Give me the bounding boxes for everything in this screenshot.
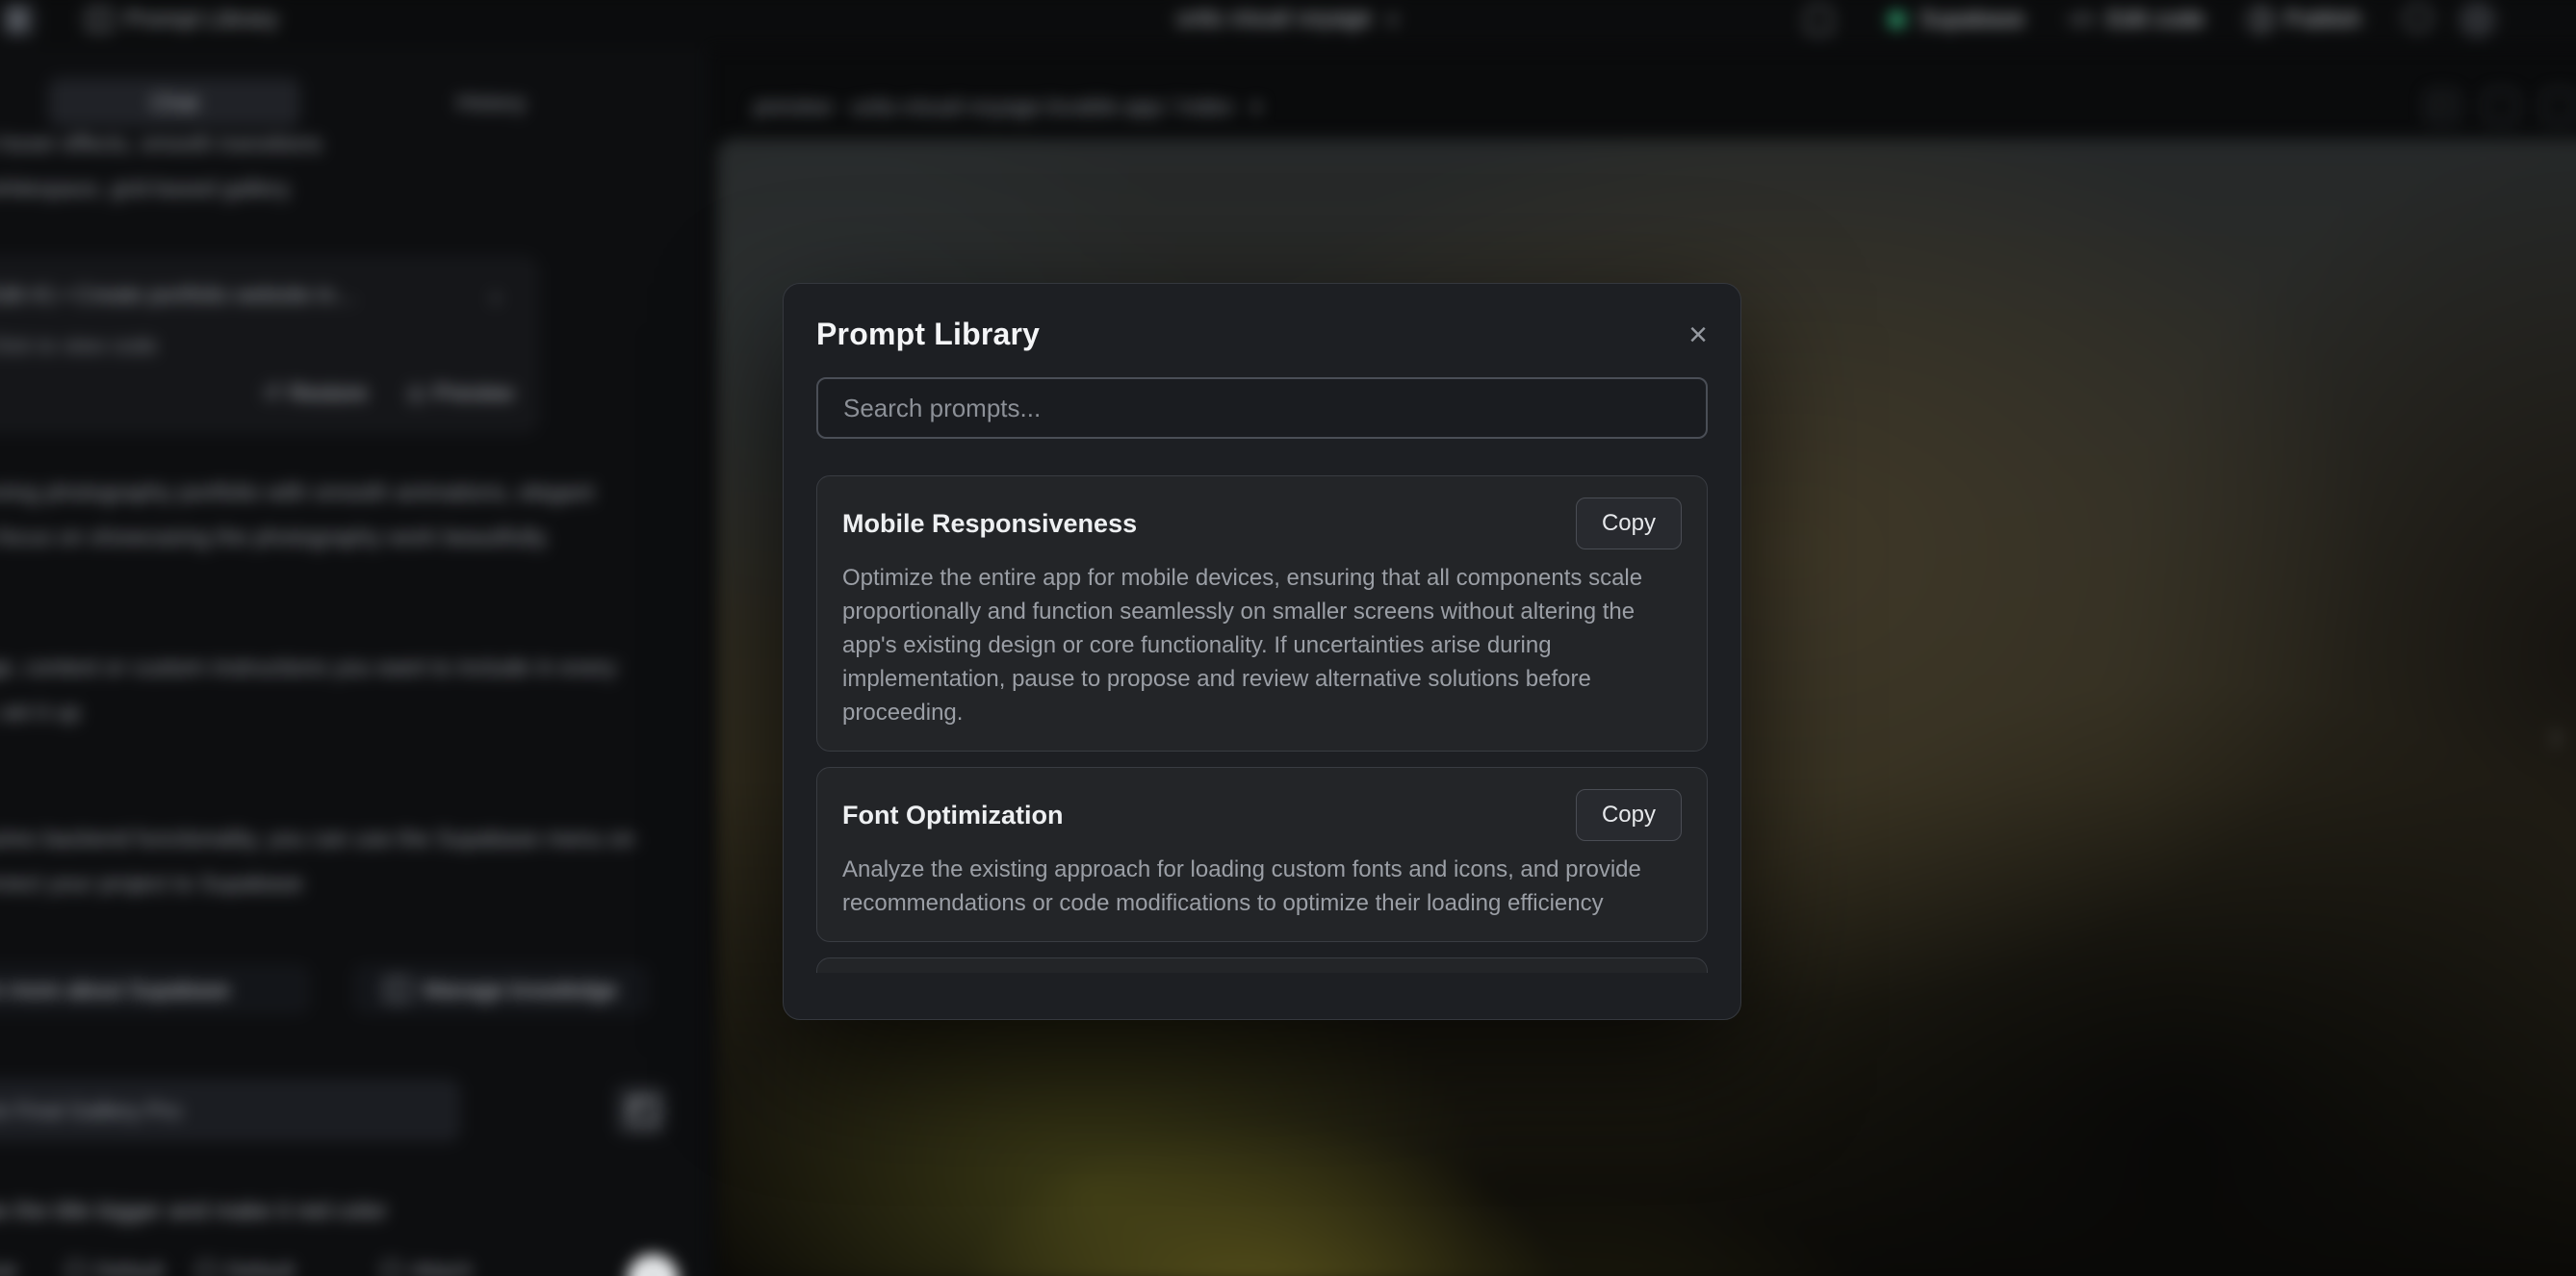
image-icon	[629, 1098, 657, 1125]
copy-button[interactable]: Copy	[1576, 789, 1682, 841]
restore-button[interactable]: ↺Restore	[263, 380, 368, 406]
prompt-library-dialog: Prompt Library × Mobile Responsiveness C…	[783, 283, 1741, 1020]
pencil-icon	[197, 1262, 217, 1276]
attachment-chip[interactable]: ck Final Gallery Pro	[0, 1079, 460, 1141]
top-bar: Prompt Library urdu visual voyage ∨ Supa…	[0, 0, 2576, 47]
edit-card-title: Edit #1 • Create portfolio website in…	[0, 282, 357, 312]
attachment-chip-label: ck Final Gallery Pro	[0, 1097, 181, 1123]
search-input[interactable]	[816, 377, 1708, 439]
app-logo[interactable]	[0, 0, 38, 38]
panel-expand-chevron-icon[interactable]: ›	[2549, 711, 2563, 760]
refresh-icon[interactable]: ⟳	[2426, 89, 2459, 122]
chevron-down-icon: ∨	[1385, 7, 1400, 31]
invite-icon[interactable]	[2404, 4, 2431, 31]
edit-code-button[interactable]: Edit code	[2107, 6, 2204, 33]
user-message: Can you make the title bigger and make i…	[0, 1198, 832, 1225]
arrow-up-icon: ↑	[646, 1264, 659, 1276]
top-bar-actions: Supabase </> Edit code Publish	[1806, 0, 2576, 47]
composer-toolbar: Chat Default Default Attach ↑	[0, 1255, 706, 1276]
dialog-title: Prompt Library	[816, 317, 1040, 352]
edit-card-subtitle: Click to view code	[0, 333, 513, 358]
chevron-down-icon: ∨	[1249, 94, 1264, 118]
assistant-paragraph: I've created a stunning photography port…	[0, 470, 637, 559]
restore-icon: ↺	[263, 380, 282, 405]
preview-toolbar: preview · urdu-visual-voyage.lovable.app…	[717, 82, 2576, 139]
preview-button[interactable]: ◎Preview	[406, 380, 513, 406]
learn-supabase-button[interactable]: Learn more about Supabase	[0, 966, 308, 1013]
book-icon	[384, 978, 411, 1001]
tab-history[interactable]: History	[394, 78, 588, 127]
code-icon: </>	[2068, 7, 2096, 32]
heart-icon	[8, 8, 27, 31]
manage-knowledge-label: Manage knowledge	[424, 977, 618, 1003]
eye-icon: ◎	[406, 380, 425, 405]
send-button[interactable]: ↑	[628, 1255, 679, 1276]
chat-line: layout. Generous whitespace, grid-based …	[0, 166, 686, 211]
manage-knowledge-button[interactable]: Manage knowledge	[355, 966, 648, 1013]
tab-history-label: History	[456, 89, 526, 115]
prompt-card: Font Optimization Copy Analyze the exist…	[816, 767, 1708, 942]
globe-icon	[2248, 7, 2273, 32]
open-external-icon[interactable]	[2542, 89, 2575, 122]
project-name: urdu visual voyage	[1176, 5, 1372, 32]
prompt-body: Analyze the existing approach for loadin…	[842, 853, 1682, 920]
chevron-right-icon: ›	[492, 282, 501, 312]
composer-default-button[interactable]: Default	[66, 1259, 164, 1276]
avatar[interactable]	[2459, 1, 2495, 38]
prompt-card	[816, 957, 1708, 973]
chat-line: animations. Subtle hover effects, smooth…	[0, 121, 686, 166]
project-title-dropdown[interactable]: urdu visual voyage ∨	[1176, 5, 1400, 32]
prompt-body: Optimize the entire app for mobile devic…	[842, 561, 1682, 729]
prompt-list: Mobile Responsiveness Copy Optimize the …	[816, 475, 1708, 973]
add-image-button[interactable]	[616, 1085, 667, 1136]
composer-model-button[interactable]: Default	[197, 1259, 295, 1276]
composer-model-label: Default	[226, 1259, 295, 1276]
preview-breadcrumb[interactable]: preview · urdu-visual-voyage.lovable.app…	[754, 93, 1263, 119]
book-icon	[86, 8, 113, 31]
attach-icon	[382, 1262, 401, 1276]
bell-icon[interactable]	[1806, 5, 1831, 34]
assistant-paragraph: If there's knowledge, context or custom …	[0, 645, 637, 734]
breadcrumb-text: preview · urdu-visual-voyage.lovable.app…	[754, 93, 1233, 119]
prompt-title: Mobile Responsiveness	[842, 509, 1137, 539]
sliders-icon	[66, 1262, 86, 1276]
composer-mode-button[interactable]: Chat	[0, 1259, 16, 1276]
device-toggle-icon[interactable]	[2485, 89, 2517, 122]
tab-chat-label: Chat	[49, 78, 300, 127]
app-window: Prompt Library urdu visual voyage ∨ Supa…	[0, 0, 2576, 1276]
assistant-paragraph: If your project requires backend functio…	[0, 816, 637, 906]
prompt-title: Font Optimization	[842, 801, 1063, 830]
composer-mode-label: Chat	[0, 1259, 16, 1276]
supabase-button[interactable]: Supabase	[1919, 6, 2024, 33]
edit-summary-card[interactable]: Edit #1 • Create portfolio website in… ›…	[0, 257, 538, 432]
composer-default-label: Default	[95, 1259, 164, 1276]
assistant-message-lines: animations. Subtle hover effects, smooth…	[0, 121, 686, 211]
prompt-library-menu-item[interactable]: Prompt Library	[86, 3, 278, 36]
composer-attach-button[interactable]: Attach	[382, 1259, 472, 1276]
prompt-card: Mobile Responsiveness Copy Optimize the …	[816, 475, 1708, 752]
composer-attach-label: Attach	[411, 1259, 472, 1276]
copy-button[interactable]: Copy	[1576, 498, 1682, 549]
prompt-library-menu-label: Prompt Library	[125, 6, 278, 33]
learn-supabase-label: Learn more about Supabase	[0, 977, 230, 1003]
tab-chat[interactable]: Chat	[49, 78, 300, 127]
supabase-status-icon	[1888, 11, 1905, 28]
publish-button[interactable]: Publish	[2284, 6, 2361, 33]
chat-sidebar: Chat History animations. Subtle hover ef…	[0, 47, 707, 1276]
close-icon[interactable]: ×	[1688, 320, 1708, 349]
